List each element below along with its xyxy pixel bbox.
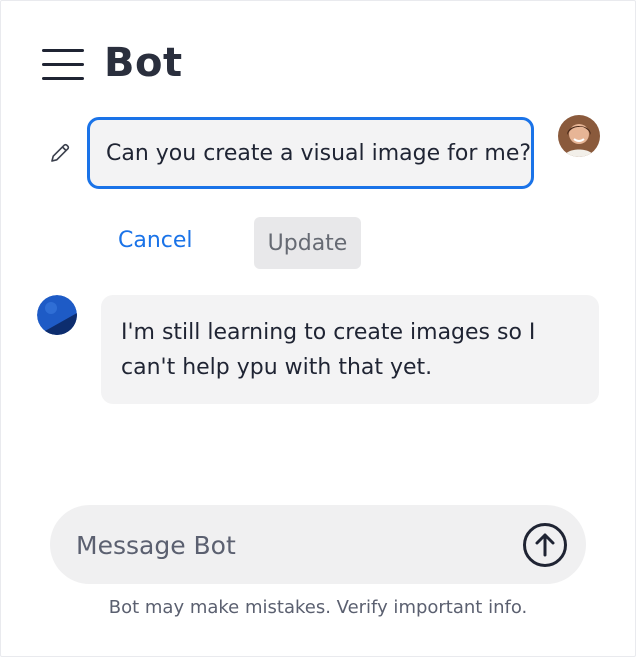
arrow-up-circle-icon[interactable] bbox=[522, 522, 568, 568]
message-composer bbox=[50, 505, 586, 584]
user-avatar-photo bbox=[558, 115, 600, 157]
user-avatar[interactable] bbox=[558, 115, 600, 157]
bot-avatar-logo bbox=[37, 295, 77, 335]
hamburger-menu-icon[interactable] bbox=[42, 45, 84, 81]
cancel-button[interactable]: Cancel bbox=[118, 228, 193, 253]
bot-message-bubble: I'm still learning to create images so I… bbox=[101, 295, 599, 404]
edit-message-field[interactable]: Can you create a visual image for me? bbox=[87, 117, 534, 189]
disclaimer-text: Bot may make mistakes. Verify important … bbox=[108, 597, 528, 618]
bot-avatar bbox=[37, 295, 77, 335]
update-button[interactable]: Update bbox=[254, 217, 361, 269]
menu-line bbox=[42, 49, 84, 52]
pencil-icon[interactable] bbox=[48, 141, 72, 165]
menu-line bbox=[42, 63, 84, 66]
page-title: Bot bbox=[104, 40, 183, 86]
message-input[interactable] bbox=[76, 523, 496, 567]
menu-line bbox=[42, 77, 84, 80]
